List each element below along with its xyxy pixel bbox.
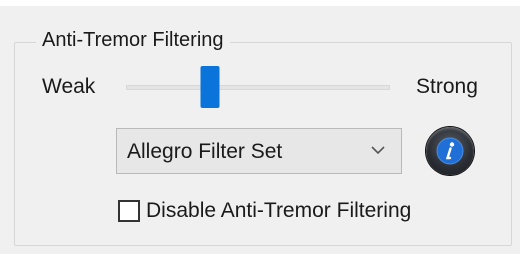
slider-max-label: Strong: [416, 75, 478, 98]
chevron-down-icon: [369, 143, 387, 157]
filter-set-dropdown[interactable]: Allegro Filter Set: [116, 128, 402, 174]
disable-filtering-checkbox[interactable]: [118, 200, 140, 222]
disable-filtering-label[interactable]: Disable Anti-Tremor Filtering: [146, 198, 411, 224]
slider-thumb[interactable]: [200, 66, 220, 108]
slider-track[interactable]: [126, 85, 390, 90]
filter-strength-slider[interactable]: [126, 66, 390, 110]
disable-filtering-option[interactable]: Disable Anti-Tremor Filtering: [118, 196, 411, 226]
info-button[interactable]: [426, 127, 474, 175]
groupbox-title: Anti-Tremor Filtering: [36, 27, 230, 53]
slider-min-label: Weak: [42, 75, 96, 98]
filter-set-selected-value: Allegro Filter Set: [127, 140, 283, 163]
info-icon: [436, 137, 464, 165]
window-top-strip: [0, 0, 520, 6]
